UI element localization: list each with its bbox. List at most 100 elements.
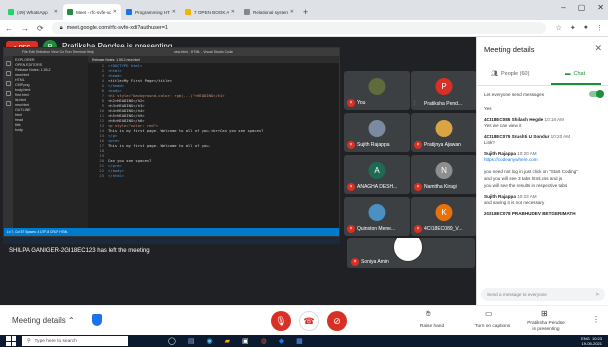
close-window-icon[interactable]: ✕ — [597, 3, 604, 12]
chat-permission-toggle[interactable] — [589, 90, 604, 98]
present-icon[interactable]: ⊞ — [541, 309, 548, 318]
panel-title: Meeting details — [484, 45, 535, 54]
chat-text: Yes — [484, 106, 492, 111]
captions-icon[interactable]: ▭ — [485, 309, 493, 318]
menu-icon[interactable]: ⋮ — [596, 24, 603, 32]
camera-toggle-button[interactable]: ⊘ — [327, 311, 347, 331]
browser-tab-label: 7 OPEN BOOK ASSESSMENT — [194, 9, 229, 15]
chat-message: 4CI18EC075 Srushti U Sondur 10:20 AM Link… — [484, 134, 604, 146]
close-panel-icon[interactable]: ✕ — [594, 43, 602, 54]
participant-tile-large[interactable]: × Soniya Amin — [347, 238, 475, 268]
browser-tab-label: Programming HTML in Androids — [135, 9, 170, 15]
vscode-title: new.html - HTML - Visual Studio Code — [173, 50, 233, 54]
mic-off-icon: × — [347, 141, 355, 149]
close-tab-icon[interactable]: ✕ — [231, 9, 235, 15]
shield-icon[interactable] — [92, 314, 102, 326]
reload-icon[interactable]: ⟳ — [37, 24, 44, 33]
more-options-icon[interactable]: ⋮ — [592, 315, 600, 324]
meeting-details-label: Meeting details — [12, 316, 66, 325]
chat-text: you will see the results in respective t… — [484, 183, 568, 188]
raise-hand-icon[interactable]: ✋︎ — [426, 309, 431, 319]
chat-icon: ▬ — [565, 71, 571, 77]
mic-off-icon: × — [351, 258, 359, 266]
avatar: P — [435, 78, 453, 95]
chat-permission-row: Let everyone send messages — [484, 90, 604, 98]
chat-time: 10:18 AM — [544, 117, 564, 122]
browser-tab[interactable]: 7 OPEN BOOK ASSESSMENT✕ — [181, 4, 239, 20]
teams-icon[interactable]: ▦ — [296, 337, 303, 345]
participant-tile[interactable]: P ⫶ Pratiksha Pend... — [411, 71, 477, 110]
chat-message: you need not log in just click on "Start… — [484, 168, 604, 189]
browser-tab[interactable]: Relational system - Wikipedia✕ — [240, 4, 298, 20]
presenter-name-label: Pratiksha Pendse — [527, 321, 565, 326]
chat-text: you need not log in just click on "Start… — [484, 169, 578, 174]
maximize-icon[interactable]: ▢ — [578, 3, 586, 12]
participant-name-text: ANAGHA DESH... — [357, 184, 398, 190]
meeting-details-button[interactable]: Meeting details ⌃ — [12, 316, 75, 325]
edge-icon[interactable]: ◉ — [206, 337, 212, 345]
store-icon[interactable]: ▣ — [242, 337, 249, 345]
taskbar-app-icon[interactable]: ▤ — [188, 337, 195, 345]
tab-people[interactable]: 👥︎ People (60) — [491, 71, 529, 77]
participant-tile[interactable]: K × 4CI18EC089_V... — [411, 197, 477, 236]
participant-name-text: 4CI18EC089_V... — [424, 226, 463, 232]
browser-tab[interactable]: Programming HTML in Androids✕ — [122, 4, 180, 20]
participant-tile[interactable]: N × Namitha Kiragi — [411, 155, 477, 194]
file-explorer-icon[interactable]: ▰ — [225, 337, 230, 345]
profile-icon[interactable]: ● — [584, 24, 588, 32]
chat-input[interactable]: Send a message to everyone — [481, 288, 605, 301]
vscode-icon[interactable]: ◆ — [279, 337, 284, 345]
participant-tile[interactable]: × Sujith Rajappa — [344, 113, 410, 152]
browser-tab-label: Relational system - Wikipedia — [253, 9, 288, 15]
tab-favicon-icon — [185, 9, 191, 15]
windows-start-icon[interactable] — [6, 336, 16, 346]
participant-tile[interactable]: × Quinston Mene... — [344, 197, 410, 236]
left-meeting-notice: SHILPA GANIGER-2GI18EC123 has left the m… — [3, 244, 340, 258]
url-field[interactable]: 🔒︎ meet.google.com/rfc-svfe-xdi?authuser=… — [51, 22, 546, 34]
vscode-explorer: EXPLORER OPEN EDITORS Release Notes: 1.55.… — [13, 56, 88, 230]
task-view-icon[interactable]: ◯ — [168, 337, 176, 345]
participant-name-text: Namitha Kiragi — [424, 184, 457, 190]
chat-link[interactable]: https://codeanywhere.com — [484, 157, 538, 162]
participant-name-text: You — [357, 100, 366, 106]
extension-icon[interactable]: ✦ — [570, 24, 576, 32]
phone-hangup-icon: ☎︎ — [303, 315, 315, 326]
chat-sender-name: 2GI18EC078 PRABHUDEV BETGERIMATH — [484, 211, 576, 216]
leave-call-button[interactable]: ☎︎ — [299, 311, 319, 331]
participant-tile[interactable]: A × ANAGHA DESH... — [344, 155, 410, 194]
captions-label: Turn on captions — [474, 324, 511, 329]
tab-chat[interactable]: ▬ Chat — [565, 71, 585, 77]
avatar: N — [435, 162, 453, 179]
chrome-icon[interactable]: ◍ — [261, 337, 267, 345]
mic-toggle-button[interactable]: 🎙︎ — [271, 311, 291, 331]
os-search-input[interactable]: ⚲ Type here to search — [22, 336, 128, 346]
toggle-label: Let everyone send messages — [484, 92, 545, 97]
participant-name: × ANAGHA DESH... — [347, 183, 408, 191]
os-search-placeholder: Type here to search — [34, 338, 77, 344]
new-tab-icon[interactable]: + — [303, 7, 308, 20]
close-tab-icon[interactable]: ✕ — [172, 9, 176, 15]
avatar — [435, 120, 453, 137]
send-icon[interactable]: ➤ — [595, 291, 600, 298]
close-tab-icon[interactable]: ✕ — [290, 9, 294, 15]
browser-tab[interactable]: (49) WhatsApp ✕ — [4, 4, 62, 20]
chat-message: Yes — [484, 105, 604, 112]
participant-tile[interactable]: × Pratijnya Ajawan — [411, 113, 477, 152]
avatar — [393, 238, 423, 262]
participant-tile[interactable]: × You — [344, 71, 410, 110]
mic-off-icon: × — [414, 183, 422, 191]
star-icon[interactable]: ☆ — [556, 24, 562, 32]
chevron-up-icon: ⌃ — [68, 316, 75, 325]
close-tab-icon[interactable]: ✕ — [113, 9, 117, 15]
minimize-icon[interactable]: – — [561, 3, 565, 12]
explorer-item: body — [15, 128, 23, 132]
forward-icon[interactable]: → — [21, 24, 29, 33]
browser-tab-label: Meet - rfc-svfe-xdi — [76, 9, 111, 15]
browser-tab[interactable]: Meet - rfc-svfe-xdi ✕ — [63, 4, 121, 20]
close-tab-icon[interactable]: ✕ — [54, 9, 58, 15]
vscode-activity-bar — [4, 56, 13, 230]
back-icon[interactable]: ← — [5, 24, 13, 33]
mic-off-icon: × — [414, 225, 422, 233]
shared-screen: File Edit Selection View Go Run Terminal… — [3, 47, 340, 237]
participant-name-text: Soniya Amin — [361, 259, 389, 265]
